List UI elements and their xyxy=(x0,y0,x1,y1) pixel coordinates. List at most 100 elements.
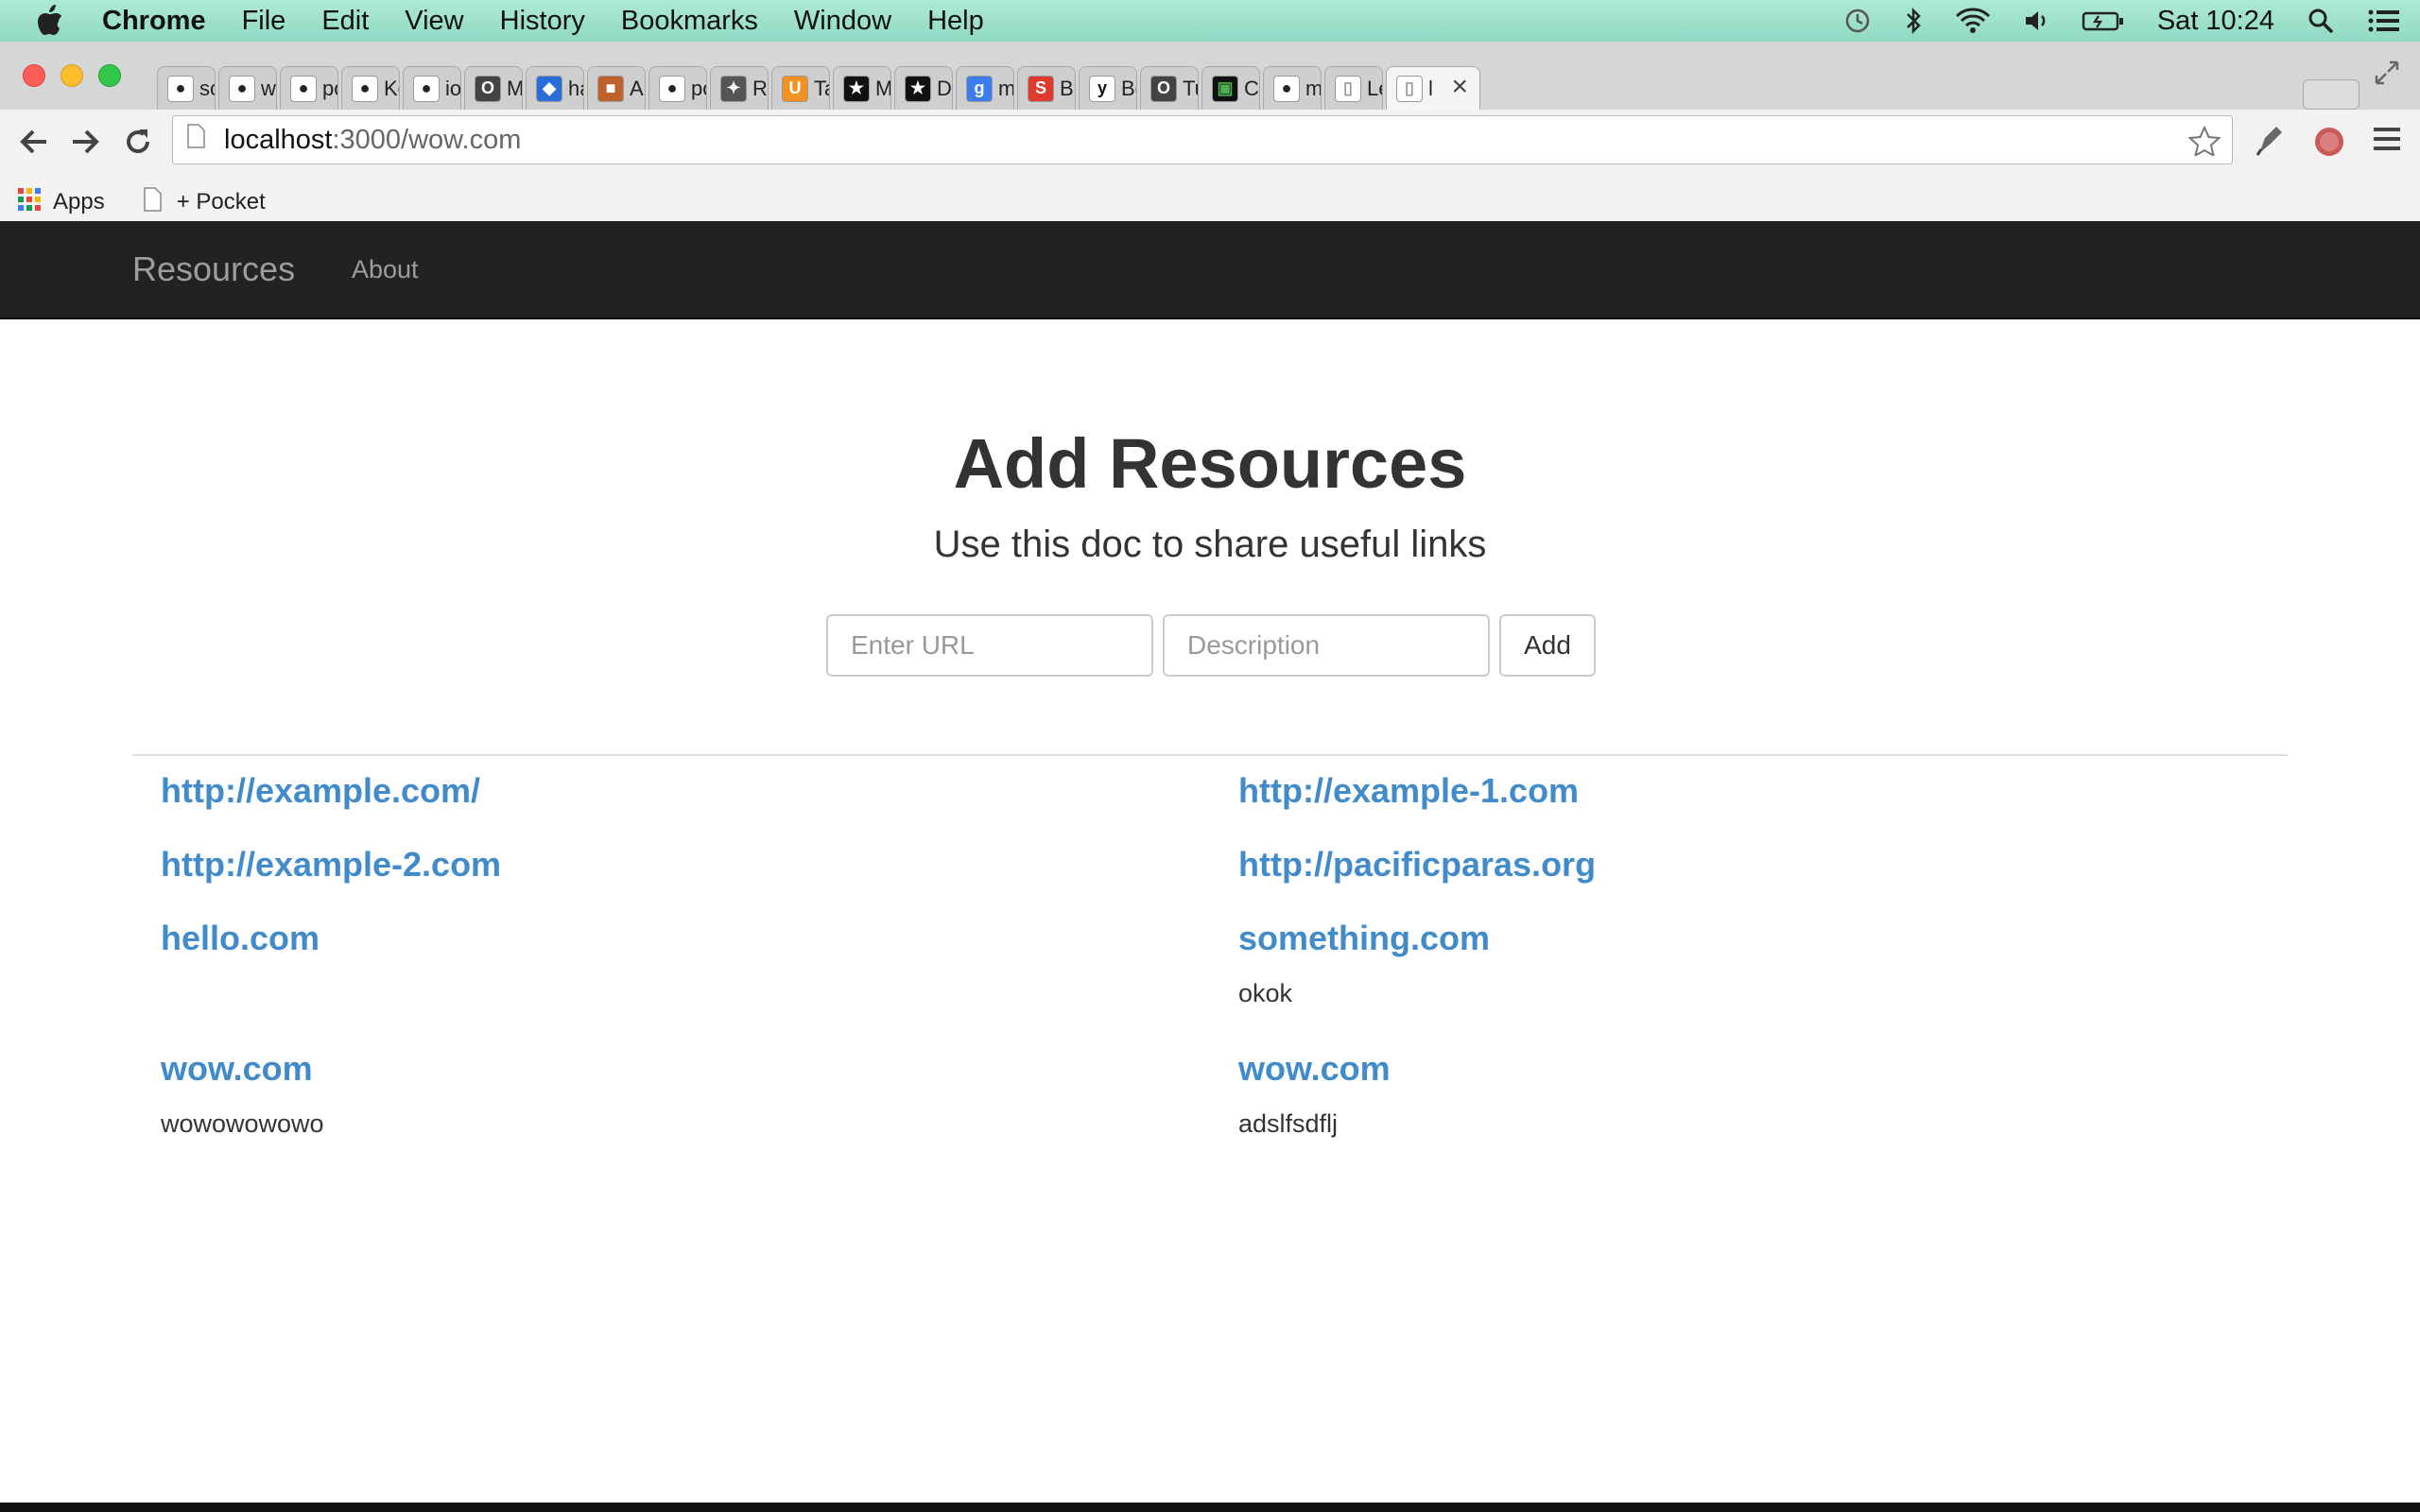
menu-help[interactable]: Help xyxy=(927,6,984,37)
nav-about-link[interactable]: About xyxy=(352,255,419,284)
tab-label: sch xyxy=(199,76,215,100)
tab[interactable]: S Buil xyxy=(1017,66,1076,110)
tab-label: Con xyxy=(1244,76,1259,100)
new-tab-button[interactable] xyxy=(2303,79,2360,110)
fullscreen-icon[interactable] xyxy=(2373,59,2401,92)
macos-menu-bar: Chrome File Edit View History Bookmarks … xyxy=(0,0,2420,42)
resource-link[interactable]: http://pacificparas.org xyxy=(1238,845,1596,885)
bookmark-star-icon[interactable] xyxy=(2187,125,2221,163)
github-icon: ● xyxy=(290,75,317,102)
resource-link[interactable]: hello.com xyxy=(161,919,320,958)
resource-link[interactable]: wow.com xyxy=(161,1049,324,1089)
tab-label: pos xyxy=(691,76,706,100)
apps-grid-icon xyxy=(17,187,42,218)
star-icon: ★ xyxy=(905,75,931,102)
tab[interactable]: ■ Aru xyxy=(587,66,646,110)
o-icon: O xyxy=(1150,75,1177,102)
menu-view[interactable]: View xyxy=(405,6,463,37)
extension-pen-icon[interactable] xyxy=(2252,121,2286,163)
extension-tomato-icon[interactable] xyxy=(2310,121,2348,163)
tab[interactable]: ▯ Lea xyxy=(1324,66,1383,110)
resource-description: okok xyxy=(1238,979,1293,1007)
spotlight-icon[interactable] xyxy=(2307,7,2335,35)
add-button[interactable]: Add xyxy=(1499,614,1596,677)
github-icon: ● xyxy=(229,75,255,102)
bookmark-pocket[interactable]: + Pocket xyxy=(143,186,266,218)
description-input[interactable] xyxy=(1163,614,1490,677)
menu-edit[interactable]: Edit xyxy=(321,6,369,37)
shield-icon: ◆ xyxy=(536,75,562,102)
menu-bookmarks[interactable]: Bookmarks xyxy=(621,6,758,37)
star-icon: ★ xyxy=(843,75,870,102)
tab[interactable]: U Talk xyxy=(771,66,830,110)
tab-label: ion xyxy=(445,76,461,100)
menu-app-name[interactable]: Chrome xyxy=(102,6,206,37)
resource-item: hello.com xyxy=(161,919,320,958)
minimize-window-button[interactable] xyxy=(60,64,83,87)
google-icon: g xyxy=(966,75,993,102)
resource-link[interactable]: something.com xyxy=(1238,919,1490,958)
bookmark-pocket-label: + Pocket xyxy=(176,189,266,215)
reload-button[interactable] xyxy=(119,123,157,161)
tab[interactable]: ● pos xyxy=(648,66,707,110)
bluetooth-icon[interactable] xyxy=(1904,7,1923,35)
github-icon: ● xyxy=(659,75,685,102)
tab[interactable]: y Best xyxy=(1079,66,1137,110)
tab[interactable]: ★ Met xyxy=(833,66,891,110)
github-icon: ● xyxy=(167,75,194,102)
tab[interactable]: ● met xyxy=(1263,66,1322,110)
close-window-button[interactable] xyxy=(23,64,45,87)
volume-icon[interactable] xyxy=(2023,7,2049,35)
tab[interactable]: OMy xyxy=(464,66,523,110)
menu-window[interactable]: Window xyxy=(794,6,891,37)
tab[interactable]: ◆ hair xyxy=(526,66,584,110)
url-host: localhost xyxy=(224,124,333,155)
battery-icon[interactable] xyxy=(2082,7,2125,35)
zoom-window-button[interactable] xyxy=(98,64,121,87)
y-icon: y xyxy=(1089,75,1115,102)
tab-label: Lea xyxy=(1367,76,1382,100)
tab-label: pos xyxy=(322,76,337,100)
menu-file[interactable]: File xyxy=(242,6,286,37)
resource-item: http://example-2.com xyxy=(161,845,501,885)
time-machine-icon[interactable] xyxy=(1843,7,1872,35)
tab-active[interactable]: ▯ l × xyxy=(1386,66,1480,110)
tab[interactable]: ● wel xyxy=(218,66,277,110)
tab[interactable]: ● pos xyxy=(280,66,338,110)
tab[interactable]: gmet xyxy=(956,66,1014,110)
tab-label: met xyxy=(1305,76,1322,100)
clock-text[interactable]: Sat 10:24 xyxy=(2157,6,2274,37)
tab-label: Aru xyxy=(630,76,645,100)
github-icon: ● xyxy=(1273,75,1300,102)
resource-link[interactable]: http://example.com/ xyxy=(161,771,480,811)
tab[interactable]: ● sch xyxy=(157,66,216,110)
tab-strip: ●sch●wel●pos●Key●ionOMy◆hair■Aru●pos✦REM… xyxy=(0,42,2420,110)
tab[interactable]: ▣ Con xyxy=(1201,66,1260,110)
resource-link[interactable]: wow.com xyxy=(1238,1049,1391,1089)
forward-button[interactable] xyxy=(66,123,104,161)
url-input[interactable] xyxy=(826,614,1153,677)
resource-link[interactable]: http://example-1.com xyxy=(1238,771,1579,811)
resource-link[interactable]: http://example-2.com xyxy=(161,845,501,885)
menu-history[interactable]: History xyxy=(500,6,585,37)
back-button[interactable] xyxy=(15,123,53,161)
box-icon: ■ xyxy=(597,75,624,102)
resource-item: wow.com wowowowowo xyxy=(161,1049,324,1139)
tab[interactable]: ● ion xyxy=(403,66,461,110)
close-tab-icon[interactable]: × xyxy=(1451,71,1468,103)
wifi-icon[interactable] xyxy=(1955,7,1991,35)
tab-label: hair xyxy=(568,76,583,100)
notification-center-icon[interactable] xyxy=(2367,7,2401,35)
navbar-brand-link[interactable]: Resources xyxy=(132,249,295,289)
tab[interactable]: ✦ REM xyxy=(710,66,769,110)
tab-label: met xyxy=(998,76,1014,100)
tab[interactable]: O Tut xyxy=(1140,66,1199,110)
bookmark-apps[interactable]: Apps xyxy=(17,187,105,218)
resource-item: wow.com adslfsdflj xyxy=(1238,1049,1391,1139)
address-bar[interactable]: localhost:3000/wow.com xyxy=(172,115,2233,164)
apple-icon[interactable] xyxy=(36,5,64,37)
tab[interactable]: ★ Doc xyxy=(894,66,953,110)
tab[interactable]: ● Key xyxy=(341,66,400,110)
chrome-menu-icon[interactable] xyxy=(2371,123,2403,160)
tab-label: REM xyxy=(752,76,768,100)
